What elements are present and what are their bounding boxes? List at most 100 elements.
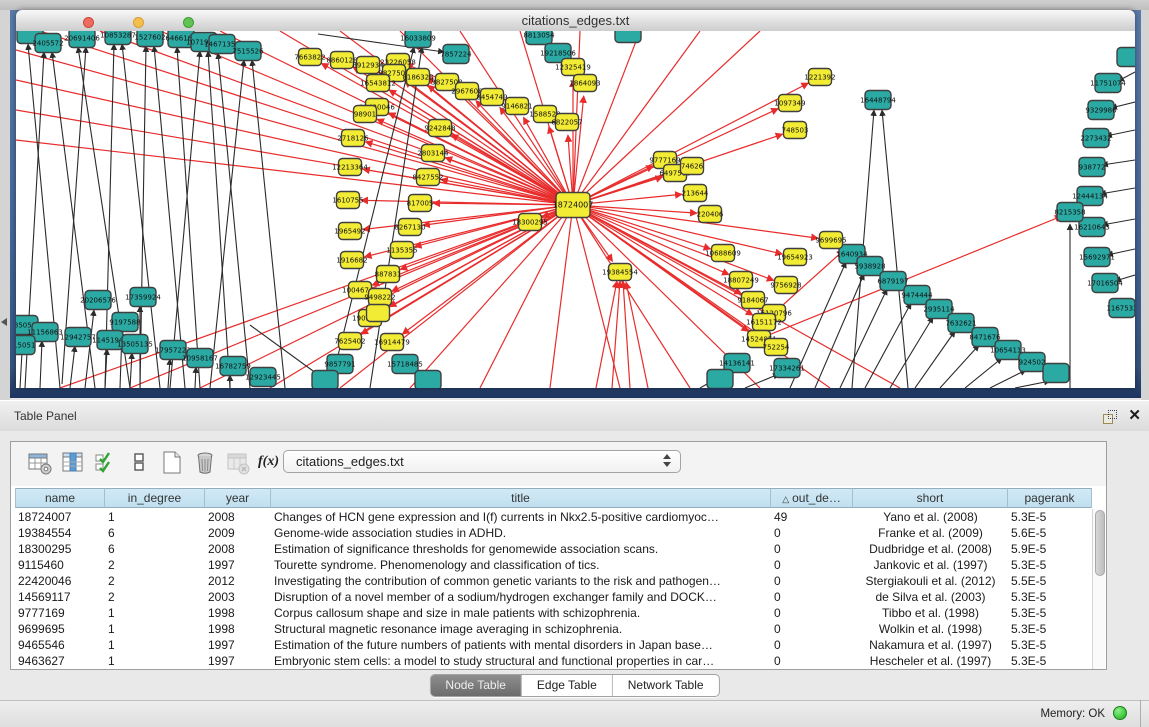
network-node[interactable]: 9329986 [1085,101,1117,120]
network-node[interactable] [707,370,733,389]
function-builder-icon[interactable]: f(x) [258,454,284,480]
tab-node-table[interactable]: Node Table [430,675,521,696]
network-node[interactable]: 915051 [16,336,35,355]
tab-edge-table[interactable]: Edge Table [521,675,612,696]
column-header-out_degree[interactable]: △out_de… [771,488,853,508]
network-node[interactable] [415,371,441,389]
network-node[interactable]: 10958167 [182,349,218,368]
network-node[interactable]: 9146821 [501,98,532,115]
network-node[interactable]: 12942757 [60,328,96,347]
network-canvas[interactable]: 2405572206914061085328715276026466160107… [16,31,1135,388]
network-node[interactable]: 1167533 [1106,299,1135,318]
network-node[interactable]: 1864093 [569,75,600,92]
delete-table-icon[interactable] [225,450,251,476]
network-node[interactable]: 10853287 [100,31,136,45]
memory-status-indicator[interactable] [1113,706,1127,720]
network-node[interactable]: 1965492 [334,223,365,240]
network-node[interactable]: 1916682 [336,252,367,269]
network-node[interactable] [367,305,390,322]
table-row[interactable]: 977716911998Corpus callosum shape and si… [15,605,1092,621]
panel-collapse-arrow-icon[interactable] [1,318,7,326]
table-row[interactable]: 1938455462009Genome-wide association stu… [15,525,1092,541]
table-row[interactable]: 1872400712008Changes of HCN gene express… [15,509,1092,525]
network-node[interactable]: 2718126 [337,130,369,147]
network-node[interactable]: 10688609 [705,245,741,262]
network-node[interactable]: 9756928 [770,277,801,294]
network-node[interactable]: 748503 [782,122,809,139]
float-panel-icon[interactable] [1103,410,1116,423]
network-node[interactable]: 20206576 [80,291,116,310]
network-node[interactable] [1117,48,1135,67]
network-node[interactable]: 74626 [681,158,704,175]
row-height-icon[interactable] [126,450,152,476]
network-node[interactable]: 1097349 [774,95,805,112]
network-node[interactable] [1043,364,1069,383]
splitter-grip[interactable] [563,394,579,398]
network-node[interactable]: 20691406 [64,31,100,48]
network-node[interactable]: 1221392 [804,69,835,86]
network-node[interactable]: 13505135 [117,335,153,354]
network-node[interactable]: 11751074 [1090,74,1126,93]
network-node[interactable]: 2803144 [417,145,449,162]
network-node[interactable]: 213644 [682,185,709,202]
close-panel-icon[interactable]: ✕ [1128,407,1141,425]
network-node[interactable]: 220406 [697,206,724,223]
table-row[interactable]: 1456911722003Disruption of a novel membe… [15,589,1092,605]
network-node[interactable]: 1610755 [332,192,363,209]
network-node[interactable]: 8427552 [412,169,443,186]
show-column-icon[interactable] [60,450,86,476]
table-row[interactable]: 1830029562008Estimation of significance … [15,541,1092,557]
select-column-icon[interactable] [93,450,119,476]
tab-network-table[interactable]: Network Table [612,675,719,696]
table-row[interactable]: 911546021997Tourette syndrome. Phenomeno… [15,557,1092,573]
table-row[interactable]: 946554611997Estimation of the future num… [15,637,1092,653]
minimize-button[interactable] [133,17,144,28]
network-node[interactable]: 9498222 [364,289,395,306]
network-node[interactable]: 7663822 [294,49,325,66]
vertical-scrollbar[interactable] [1092,509,1105,669]
network-node[interactable]: 19654923 [777,249,813,266]
network-node[interactable]: 887831 [375,266,402,283]
network-node[interactable]: 12923445 [245,368,281,387]
column-header-short[interactable]: short [853,488,1008,508]
network-node[interactable]: 19384554 [602,264,638,281]
network-node[interactable]: 752254 [763,339,790,356]
network-node[interactable]: 17016504 [1087,274,1123,293]
table-row[interactable]: 946362711997Embryonic stem cells: a mode… [15,653,1092,669]
network-node[interactable]: 7857224 [440,45,472,64]
network-node[interactable]: 8267130 [394,219,425,236]
network-node[interactable]: 9242848 [424,120,455,137]
table-mode-icon[interactable] [27,450,53,476]
network-node[interactable]: 1527602 [134,31,165,47]
network-node[interactable]: 16448794 [860,91,896,110]
close-button[interactable] [83,17,94,28]
network-node[interactable]: 17334261 [769,359,805,378]
network-node[interactable]: 817005 [407,195,434,212]
network-node[interactable] [615,31,641,43]
network-window-titlebar[interactable]: citations_edges.txt [16,10,1135,32]
network-node[interactable]: 9197588 [109,313,140,332]
network-node[interactable]: 938772 [1079,158,1106,177]
network-node[interactable]: 98901 [354,106,377,123]
network-table-selector[interactable]: citations_edges.txt [283,450,681,473]
network-node[interactable]: 12213364 [332,159,368,176]
table-row[interactable]: 2242004622012Investigating the contribut… [15,573,1092,589]
table-row[interactable]: 969969511998Structural magnetic resonanc… [15,621,1092,637]
column-header-name[interactable]: name [15,488,105,508]
network-node[interactable]: 7625402 [334,333,365,350]
column-header-in_degree[interactable]: in_degree [105,488,205,508]
zoom-button[interactable] [183,17,194,28]
network-node[interactable]: 2405572 [32,34,63,53]
network-node[interactable]: 8813054 [523,31,555,45]
column-header-pagerank[interactable]: pagerank [1008,488,1092,508]
network-node[interactable]: 2273432 [1080,129,1111,148]
network-node[interactable]: 16033809 [400,31,436,48]
network-node[interactable]: 924502 [1019,353,1046,372]
column-header-year[interactable]: year [205,488,271,508]
network-node[interactable]: 1135355 [386,242,417,259]
column-header-title[interactable]: title [271,488,771,508]
network-node[interactable]: 15692971 [1079,248,1115,267]
scrollbar-thumb[interactable] [1095,510,1105,576]
network-node[interactable]: 7515526 [232,42,264,61]
network-hub-node[interactable]: 18724007 [553,193,594,218]
